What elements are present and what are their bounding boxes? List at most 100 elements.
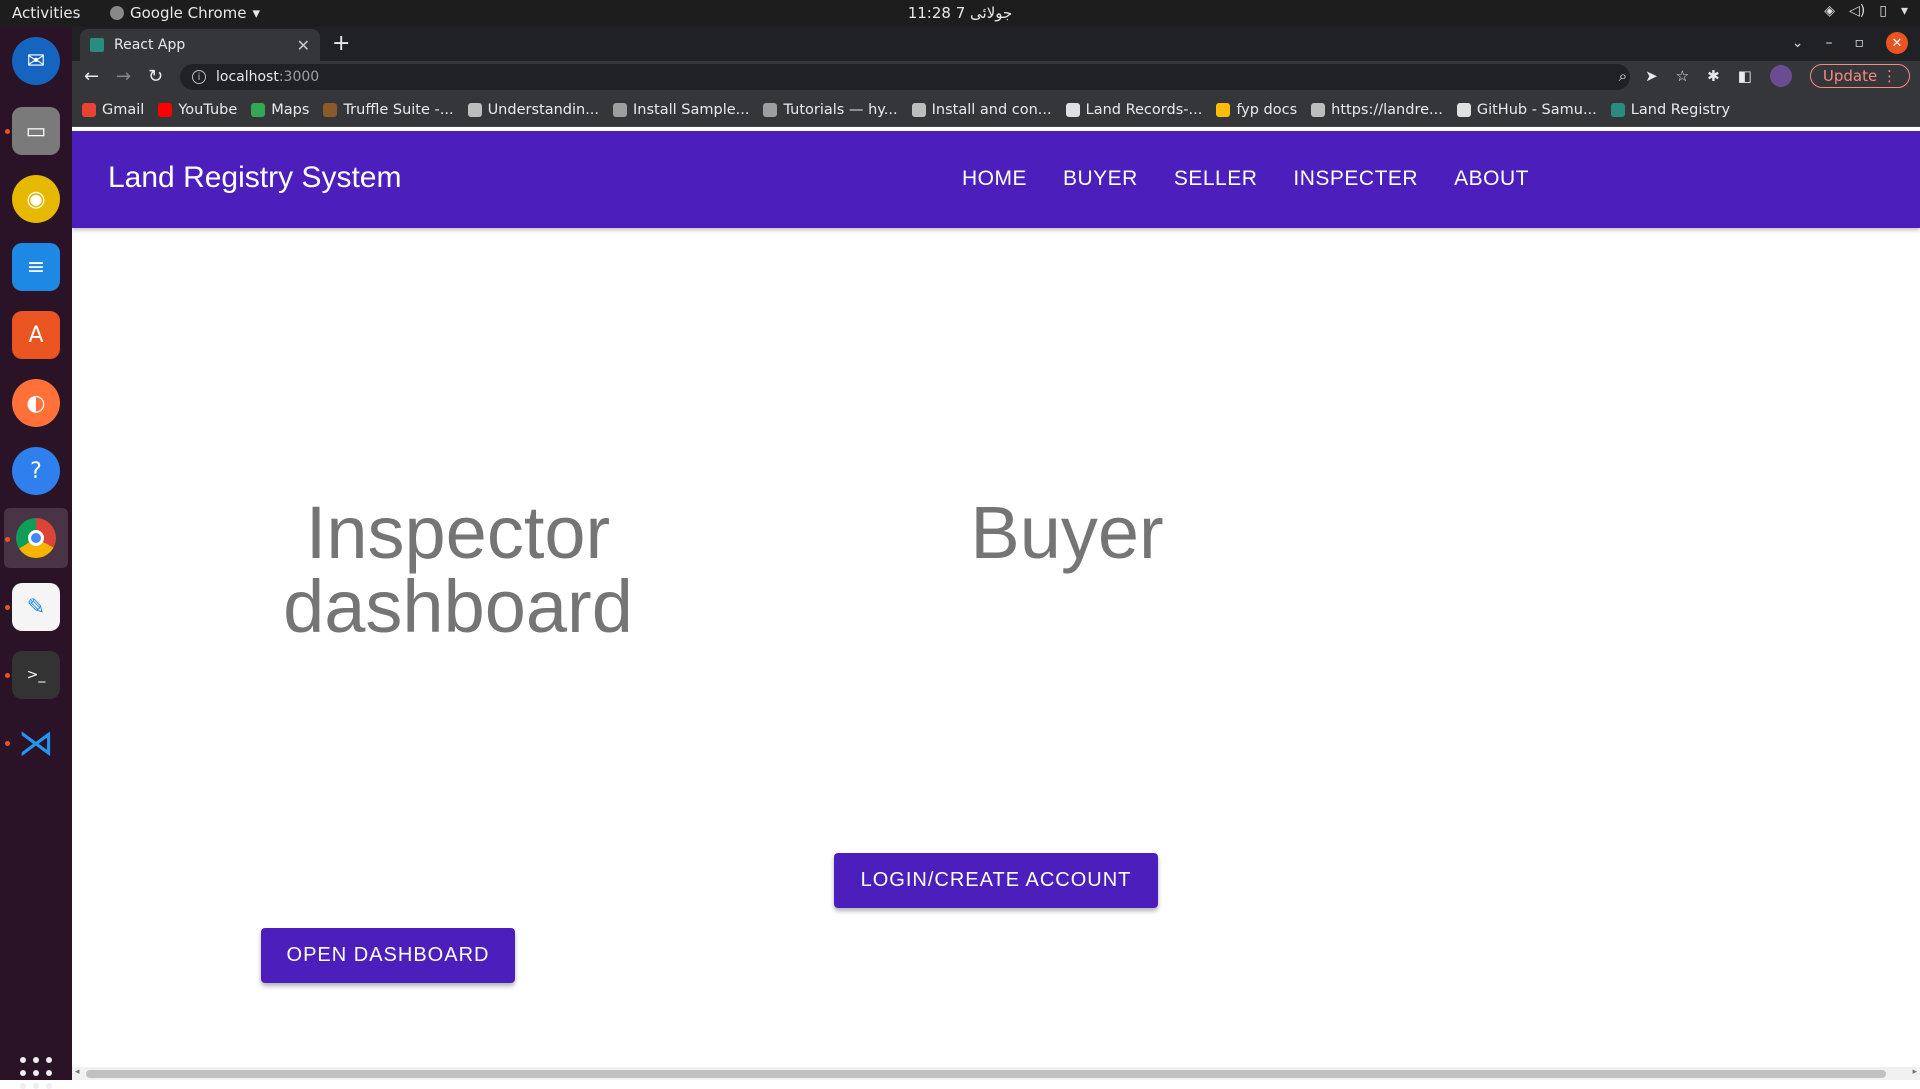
bookmark-item[interactable]: Understandin... xyxy=(467,101,600,118)
nav-home[interactable]: HOME xyxy=(962,167,1027,191)
bookmark-label: Land Registry xyxy=(1630,101,1731,118)
inspector-heading-line2: dashboard xyxy=(283,565,633,648)
battery-icon: ▯ xyxy=(1879,3,1887,19)
bookmark-favicon-icon xyxy=(1065,102,1080,117)
bookmark-favicon-icon xyxy=(251,102,266,117)
bookmark-item[interactable]: Truffle Suite -... xyxy=(323,101,454,118)
bookmark-star-icon[interactable]: ☆ xyxy=(1676,67,1689,85)
nav-seller[interactable]: SELLER xyxy=(1174,167,1258,191)
vscode-icon[interactable]: ⋊ xyxy=(12,719,60,767)
bookmark-favicon-icon xyxy=(82,102,96,117)
app-bar: Land Registry System HOME BUYER SELLER I… xyxy=(72,131,1920,228)
brand-title[interactable]: Land Registry System xyxy=(108,161,401,195)
reload-icon[interactable]: ↻ xyxy=(148,66,163,87)
bookmark-item[interactable]: Maps xyxy=(251,102,309,118)
bookmark-favicon-icon xyxy=(158,102,173,117)
tab-strip: React App ✕ + ⌄ – ▫ ✕ xyxy=(72,27,1920,61)
profile-avatar[interactable] xyxy=(1769,65,1792,87)
side-panel-icon[interactable]: ◧ xyxy=(1738,67,1752,85)
bookmark-favicon-icon xyxy=(763,102,778,117)
firefox-icon[interactable]: ◐ xyxy=(12,379,60,427)
dock: ✉ ▭ ◉ ≡ A ◐ ? ✎ >_ ⋊ xyxy=(0,27,72,1089)
nav-about[interactable]: ABOUT xyxy=(1454,167,1529,191)
bookmark-label: Land Records-... xyxy=(1085,101,1203,118)
horizontal-scrollbar[interactable]: ◂ ▸ xyxy=(72,1067,1920,1080)
url-host: localhost xyxy=(216,69,279,85)
bookmark-label: Truffle Suite -... xyxy=(343,101,454,118)
tab-react-app[interactable]: React App ✕ xyxy=(80,29,320,61)
bookmark-label: Tutorials — hy... xyxy=(783,101,898,118)
extensions-icon[interactable]: ✱ xyxy=(1707,67,1720,85)
files-icon[interactable]: ▭ xyxy=(12,107,60,155)
bookmark-label: Maps xyxy=(271,101,310,118)
bookmark-item[interactable]: YouTube xyxy=(158,102,237,118)
browser-window: React App ✕ + ⌄ – ▫ ✕ ← → ↻ i localhost:… xyxy=(72,27,1920,127)
system-top-bar: Activities Google Chrome ▾ جولائی 7 11:2… xyxy=(0,0,1920,27)
bookmark-label: fyp docs xyxy=(1236,101,1298,118)
forward-icon[interactable]: → xyxy=(116,66,131,87)
writer-icon[interactable]: ≡ xyxy=(12,243,60,291)
bookmark-favicon-icon xyxy=(467,102,482,117)
bookmarks-bar: Gmail YouTube Maps Truffle Suite -... Unders… xyxy=(72,93,1920,127)
bookmark-item[interactable]: Gmail xyxy=(82,102,144,118)
maximize-icon[interactable]: ▫ xyxy=(1855,35,1865,51)
url-port: :3000 xyxy=(278,69,320,85)
update-button[interactable]: Update ⋮ xyxy=(1809,64,1910,88)
bookmark-label: GitHub - Samu... xyxy=(1476,101,1597,118)
text-editor-icon[interactable]: ✎ xyxy=(12,583,60,631)
bookmark-item[interactable]: Land Registry xyxy=(1610,101,1731,118)
bookmark-favicon-icon xyxy=(1311,102,1326,117)
zoom-icon[interactable]: ⌕ xyxy=(1619,67,1627,85)
close-tab-icon[interactable]: ✕ xyxy=(297,36,310,55)
nav-links: HOME BUYER SELLER INSPECTER ABOUT xyxy=(962,167,1529,191)
bookmark-label: Install and con... xyxy=(931,101,1052,118)
system-tray[interactable]: ◈ ◁) ▯ ▾ xyxy=(1824,3,1908,19)
thunderbird-icon[interactable]: ✉ xyxy=(12,37,60,85)
bookmark-item[interactable]: Install Sample... xyxy=(613,102,749,118)
send-icon[interactable]: ➤ xyxy=(1645,67,1658,85)
login-create-account-button[interactable]: LOGIN/CREATE ACCOUNT xyxy=(834,853,1158,908)
bookmark-item[interactable]: Land Records-... xyxy=(1065,101,1203,118)
clock[interactable]: جولائی 7 11:28 xyxy=(0,4,1920,22)
help-icon[interactable]: ? xyxy=(12,447,60,495)
bookmark-item[interactable]: GitHub - Samu... xyxy=(1456,101,1597,118)
bookmark-item[interactable]: https://landre... xyxy=(1311,102,1443,118)
bookmark-item[interactable]: Tutorials — hy... xyxy=(763,101,898,118)
bookmark-item[interactable]: fyp docs xyxy=(1216,102,1297,118)
bookmark-label: Gmail xyxy=(102,101,145,118)
scroll-right-icon[interactable]: ▸ xyxy=(1912,1067,1917,1077)
new-tab-icon[interactable]: + xyxy=(332,31,350,56)
bookmark-favicon-icon xyxy=(1610,102,1625,117)
terminal-icon[interactable]: >_ xyxy=(12,651,60,699)
site-info-icon[interactable]: i xyxy=(192,70,206,84)
chrome-icon[interactable] xyxy=(4,508,68,568)
nav-inspecter[interactable]: INSPECTER xyxy=(1293,167,1418,191)
running-indicator xyxy=(5,129,10,134)
volume-icon: ◁) xyxy=(1849,3,1866,19)
minimize-icon[interactable]: – xyxy=(1826,35,1833,51)
rhythmbox-icon[interactable]: ◉ xyxy=(12,175,60,223)
scroll-left-icon[interactable]: ◂ xyxy=(75,1067,80,1077)
tab-search-icon[interactable]: ⌄ xyxy=(1792,35,1804,51)
running-indicator xyxy=(5,741,10,746)
back-icon[interactable]: ← xyxy=(84,66,99,87)
running-indicator xyxy=(5,605,10,610)
bookmark-favicon-icon xyxy=(613,102,628,117)
close-window-icon[interactable]: ✕ xyxy=(1886,32,1908,54)
bookmark-favicon-icon xyxy=(323,102,338,117)
chevron-down-icon: ▾ xyxy=(1900,3,1908,19)
window-controls: ⌄ – ▫ ✕ xyxy=(1792,32,1908,54)
bookmark-label: Install Sample... xyxy=(633,101,750,118)
bookmark-item[interactable]: Install and con... xyxy=(911,101,1052,118)
open-dashboard-button[interactable]: OPEN DASHBOARD xyxy=(261,928,515,983)
show-apps-icon[interactable] xyxy=(20,1057,52,1089)
bookmark-favicon-icon xyxy=(911,102,926,117)
bookmark-favicon-icon xyxy=(1216,102,1231,117)
scrollbar-thumb[interactable] xyxy=(86,1070,1886,1078)
app-center-icon[interactable]: A xyxy=(12,311,60,359)
address-bar[interactable]: i localhost:3000 xyxy=(180,64,1630,90)
favicon-icon xyxy=(90,38,104,52)
bookmark-label: Understandin... xyxy=(487,101,600,118)
web-page: Land Registry System HOME BUYER SELLER I… xyxy=(72,131,1920,1080)
nav-buyer[interactable]: BUYER xyxy=(1063,167,1138,191)
